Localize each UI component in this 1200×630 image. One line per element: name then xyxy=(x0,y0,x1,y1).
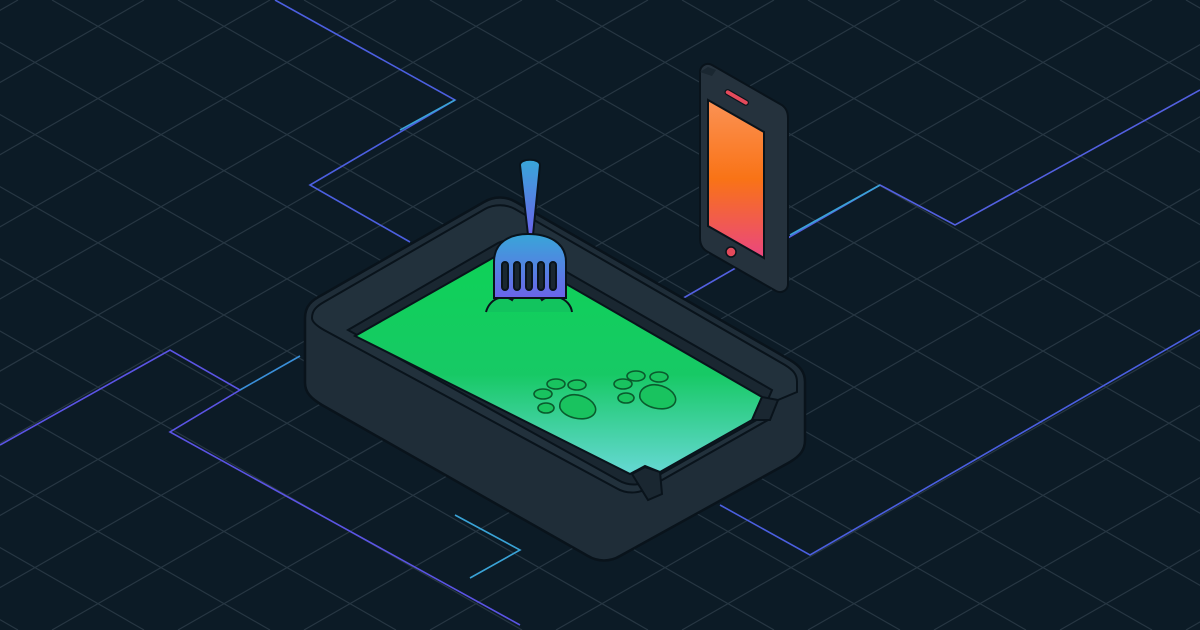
grid-line xyxy=(1059,549,1200,630)
grid-line xyxy=(0,618,19,630)
grid-line xyxy=(1059,0,1200,81)
grid-line xyxy=(0,474,271,630)
grid-line xyxy=(0,0,145,84)
phone-home-button xyxy=(725,246,737,258)
smartphone-icon xyxy=(699,62,789,294)
grid-line xyxy=(0,546,145,630)
grid-line xyxy=(807,0,1200,226)
hero-illustration xyxy=(0,0,1200,630)
grid-line xyxy=(807,404,1200,630)
grid-line xyxy=(0,0,271,156)
litter-box-scene-svg xyxy=(0,0,1200,630)
grid-line xyxy=(0,0,19,12)
